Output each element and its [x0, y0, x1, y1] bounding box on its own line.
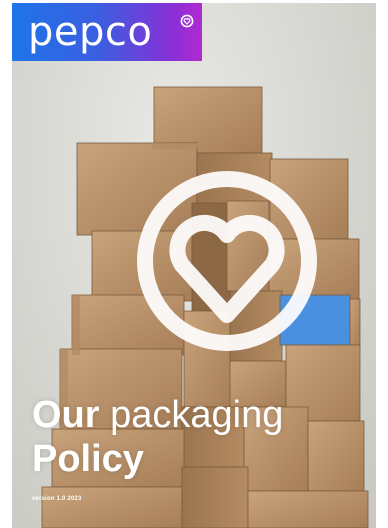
brand-logo: pepco — [12, 3, 202, 61]
title-word-policy: Policy — [32, 438, 144, 480]
version-label: version 1.0 2023 — [32, 496, 82, 502]
heart-ring-icon — [180, 14, 194, 28]
cover-title: Our packaging Policy — [32, 393, 283, 481]
title-word-packaging: packaging — [110, 394, 284, 436]
brand-logo-text: pepco — [28, 9, 153, 55]
title-word-our: Our — [32, 394, 100, 436]
cover-page: pepco Our packaging Policy version 1.0 2… — [12, 3, 376, 528]
